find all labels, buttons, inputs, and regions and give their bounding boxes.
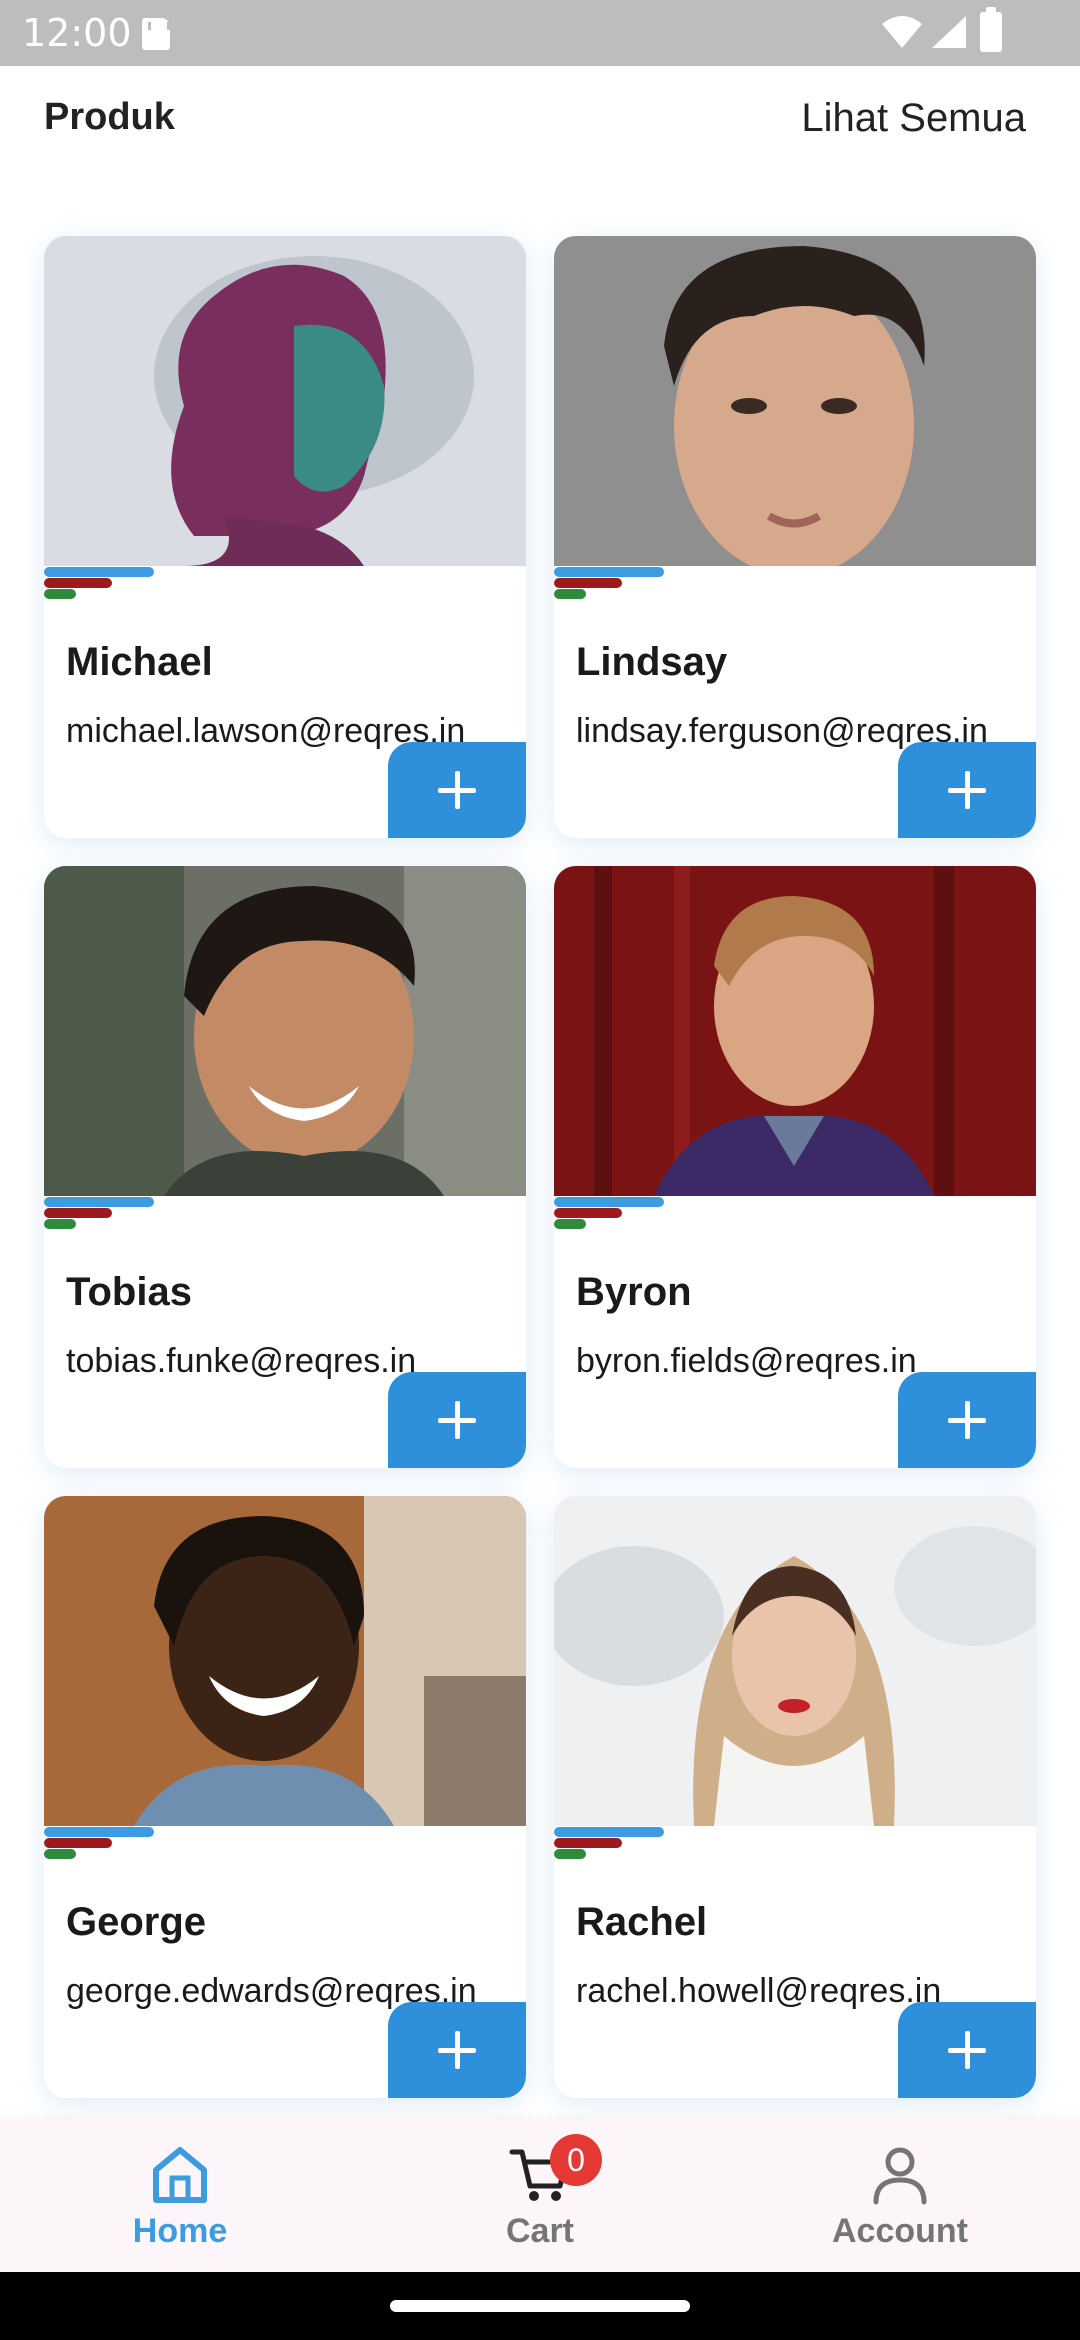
add-to-cart-button[interactable] [898,2002,1036,2098]
nav-cart[interactable]: 0 Cart [360,2120,720,2272]
product-card[interactable]: George george.edwards@reqres.in [44,1496,526,2098]
nav-cart-label: Cart [505,2212,575,2250]
rating-bars [554,1827,674,1867]
add-to-cart-button[interactable] [388,2002,526,2098]
product-card[interactable]: Rachel rachel.howell@reqres.in [554,1496,1036,2098]
product-card[interactable]: Tobias tobias.funke@reqres.in [44,866,526,1468]
nav-home[interactable]: Home [0,2120,360,2272]
section-title: Produk [44,96,175,138]
nav-account[interactable]: Account [720,2120,1080,2272]
home-gesture-pill[interactable] [390,2300,690,2312]
app-screen: 12:00 Produk Lihat Semua Michael michael… [0,0,1080,2340]
rating-bars [554,567,674,607]
product-image [554,866,1036,1196]
plus-icon [948,2031,986,2069]
add-to-cart-button[interactable] [898,742,1036,838]
product-card[interactable]: Byron byron.fields@reqres.in [554,866,1036,1468]
battery-icon [980,7,1002,52]
product-image [554,1496,1036,1826]
signal-icon [932,16,966,48]
plus-icon [948,1401,986,1439]
product-image [44,236,526,566]
product-card[interactable]: Michael michael.lawson@reqres.in [44,236,526,838]
product-name: Lindsay [576,640,728,684]
plus-icon [948,771,986,809]
product-name: George [66,1900,207,1944]
product-card[interactable]: Lindsay lindsay.ferguson@reqres.in [554,236,1036,838]
status-time: 12:00 [22,11,132,55]
rating-bars [44,567,164,607]
cart-count-badge: 0 [550,2134,602,2186]
nav-account-label: Account [832,2212,968,2250]
view-all-link[interactable]: Lihat Semua [801,96,1026,141]
rating-bars [554,1197,674,1237]
product-name: Rachel [576,1900,708,1944]
plus-icon [438,2031,476,2069]
product-image [554,236,1036,566]
product-name: Tobias [66,1270,192,1314]
product-name: Michael [66,640,213,684]
product-image [44,866,526,1196]
add-to-cart-button[interactable] [388,742,526,838]
product-image [44,1496,526,1826]
plus-icon [438,1401,476,1439]
rating-bars [44,1827,164,1867]
system-navigation-bar [0,2272,1080,2340]
bottom-navigation: Home 0 Cart Account [0,2120,1080,2272]
rating-bars [44,1197,164,1237]
add-to-cart-button[interactable] [898,1372,1036,1468]
status-bar: 12:00 [0,0,1080,66]
account-icon [873,2147,927,2205]
wifi-icon [882,16,922,48]
nav-home-label: Home [132,2212,228,2250]
add-to-cart-button[interactable] [388,1372,526,1468]
product-name: Byron [576,1270,692,1314]
home-icon [153,2147,207,2203]
plus-icon [438,771,476,809]
sd-card-icon [142,18,170,50]
